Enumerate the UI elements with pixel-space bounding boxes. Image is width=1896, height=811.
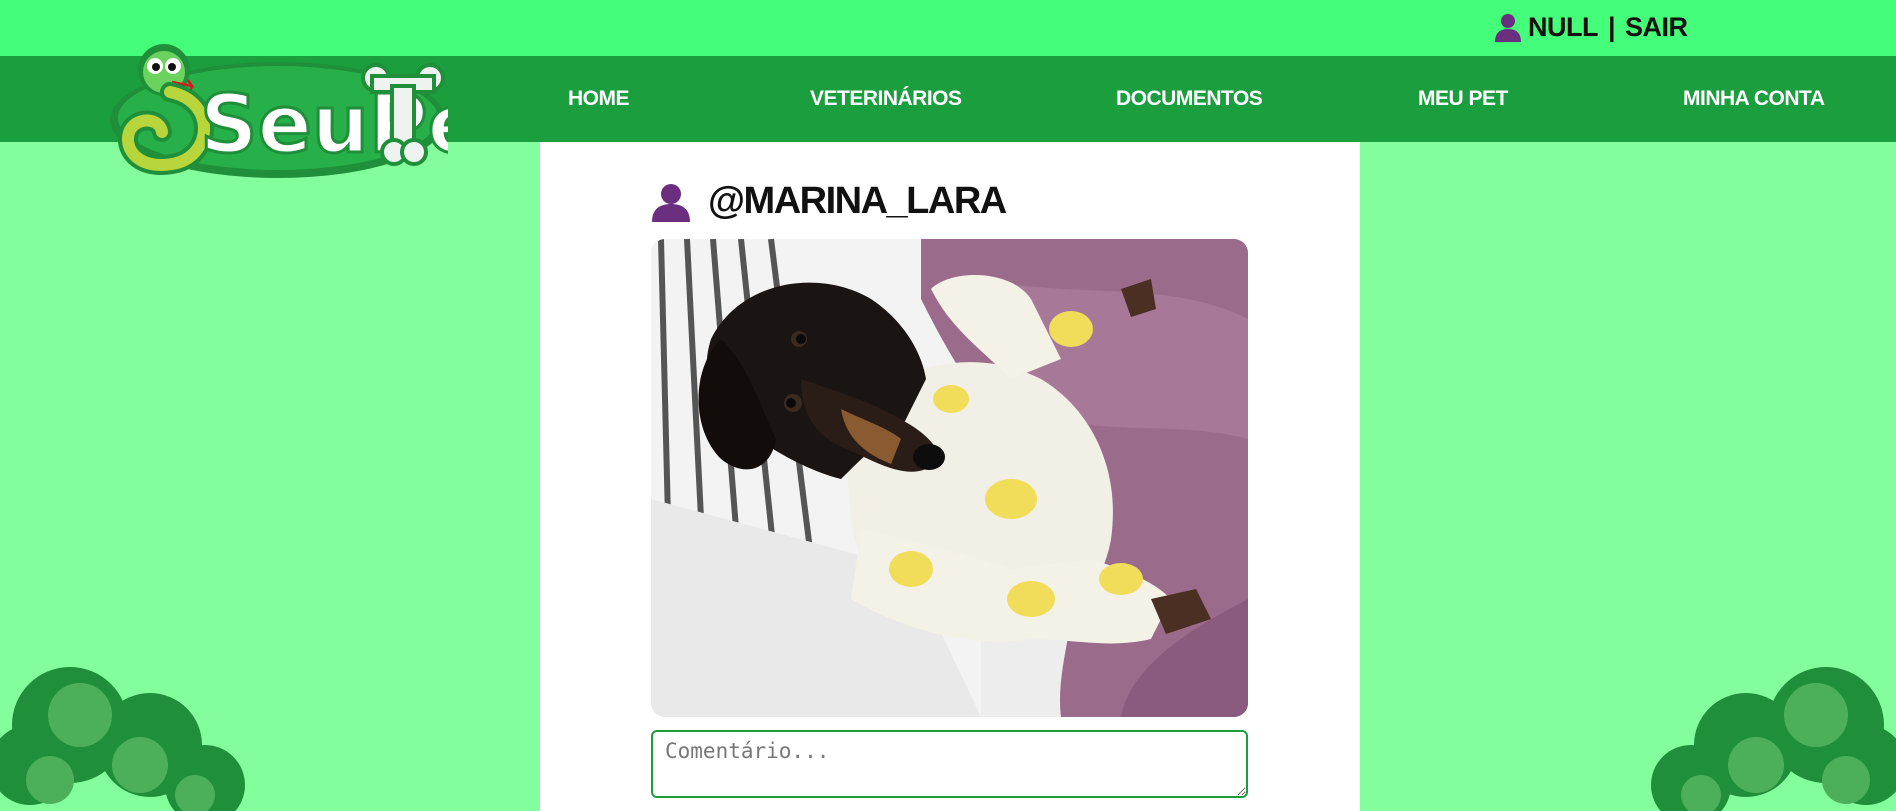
post-header: @MARINA_LARA: [650, 180, 1007, 223]
user-name[interactable]: NULL: [1528, 12, 1598, 43]
user-icon: [652, 183, 690, 222]
nav-documentos[interactable]: DOCUMENTOS: [1116, 56, 1263, 142]
nav-minha-conta[interactable]: MINHA CONTA: [1683, 56, 1825, 142]
bush-right-decoration: [1651, 667, 1896, 811]
comment-input[interactable]: [651, 730, 1248, 798]
header-separator: |: [1607, 11, 1616, 42]
logo[interactable]: SeuPet: [108, 40, 448, 182]
nav-meu-pet[interactable]: MEU PET: [1418, 56, 1508, 142]
post-username[interactable]: @MARINA_LARA: [708, 180, 1007, 223]
user-icon: [1495, 14, 1521, 42]
pet-photo: [651, 239, 1248, 717]
user-area: NULL | SAIR: [1494, 10, 1688, 44]
post-card: @MARINA_LARA: [540, 142, 1360, 811]
nav-home[interactable]: HOME: [568, 56, 630, 142]
nav-veterinarios[interactable]: VETERINÁRIOS: [810, 56, 962, 142]
bush-left-decoration: [0, 667, 245, 811]
logout-link[interactable]: SAIR: [1625, 12, 1688, 43]
